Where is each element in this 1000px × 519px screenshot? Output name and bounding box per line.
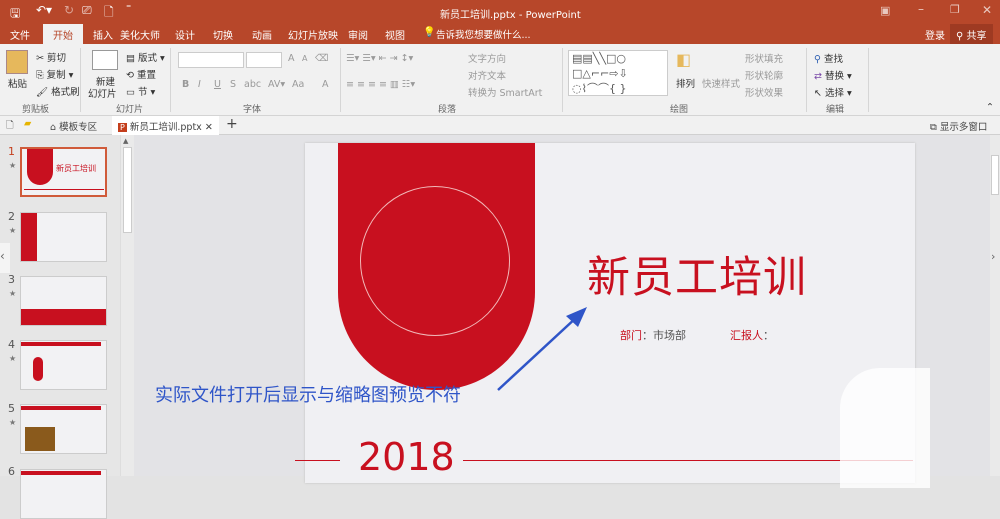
arrow-line	[497, 315, 579, 391]
slide-thumbnail-6[interactable]	[20, 469, 107, 519]
annotation-text: 实际文件打开后显示与缩略图预览不符	[155, 385, 461, 406]
scrollbar-thumb[interactable]	[991, 155, 999, 195]
annotation-arrow	[497, 307, 587, 391]
next-chevron-icon[interactable]: ›	[991, 250, 995, 263]
slide-scrollbar[interactable]: ›	[990, 135, 1000, 476]
